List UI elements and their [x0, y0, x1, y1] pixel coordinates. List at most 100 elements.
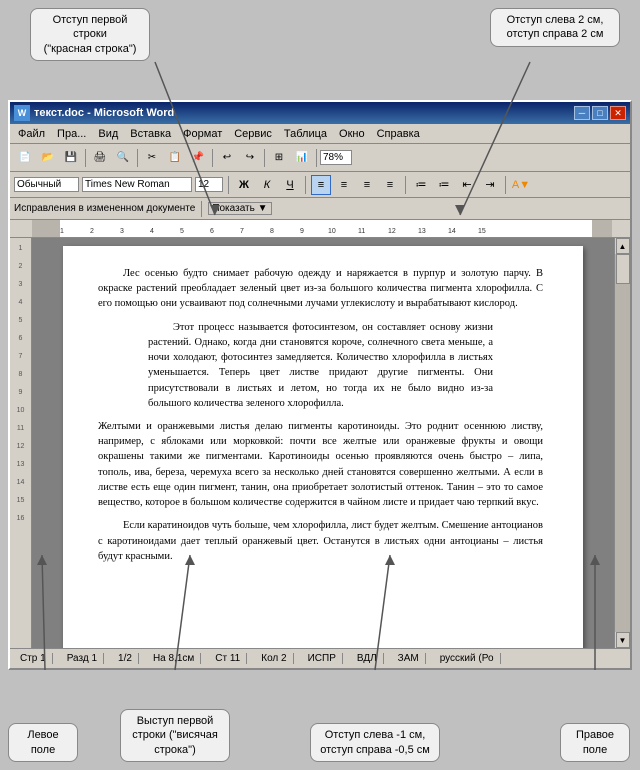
callout-top-right-text: Отступ слева 2 см,отступ справа 2 см — [507, 14, 604, 40]
save-button[interactable]: 💾 — [60, 147, 82, 169]
scroll-down-button[interactable]: ▼ — [616, 632, 630, 648]
callout-top-left-text: Отступ первой строки("красная строка") — [44, 14, 137, 55]
para2-text: Этот процесс называется фотосинтезом, он… — [148, 322, 493, 409]
para4-text: Если каратиноидов чуть больше, чем хлоро… — [98, 520, 543, 561]
word-icon: W — [14, 105, 30, 121]
menu-table[interactable]: Таблица — [278, 127, 333, 141]
fmt-sep-1 — [228, 176, 229, 194]
word-window: W текст.doc - Microsoft Word ─ □ ✕ Файл … — [8, 100, 632, 670]
status-language: русский (Ро — [434, 653, 501, 664]
para1-text: Лес осенью будто снимает рабочую одежду … — [98, 268, 543, 309]
menu-insert[interactable]: Вставка — [124, 127, 177, 141]
preview-button[interactable]: 🔍 — [112, 147, 134, 169]
ruler-white-area: 1 2 3 4 5 6 7 8 9 10 11 12 13 14 15 — [60, 220, 592, 237]
indent-decrease-button[interactable]: ⇤ — [457, 175, 477, 195]
scrollbar-vertical[interactable]: ▲ ▼ — [614, 238, 630, 648]
align-center-button[interactable]: ≡ — [334, 175, 354, 195]
status-track: ИСПР — [302, 653, 343, 664]
paragraph-2: Этот процесс называется фотосинтезом, он… — [148, 320, 493, 411]
close-button[interactable]: ✕ — [610, 106, 626, 120]
menu-window[interactable]: Окно — [333, 127, 371, 141]
menu-file[interactable]: Файл — [12, 127, 51, 141]
menu-help[interactable]: Справка — [371, 127, 426, 141]
side-ruler: 12345 678910 1112131415 16 — [10, 238, 32, 648]
track-label: Исправления в измененном документе — [14, 203, 195, 214]
align-right-button[interactable]: ≡ — [357, 175, 377, 195]
show-changes-button[interactable]: Показать ▼ — [208, 202, 271, 215]
callout-bottom-2-text: Выступ первойстроки ("висячаястрока") — [132, 715, 218, 756]
menu-tools[interactable]: Сервис — [228, 127, 278, 141]
undo-button[interactable]: ↩ — [216, 147, 238, 169]
insert-table-button[interactable]: ⊞ — [268, 147, 290, 169]
minimize-button[interactable]: ─ — [574, 106, 590, 120]
new-button[interactable]: 📄 — [14, 147, 36, 169]
ruler-right-margin — [592, 220, 612, 237]
paste-button[interactable]: 📌 — [187, 147, 209, 169]
paragraph-4: Если каратиноидов чуть больше, чем хлоро… — [98, 518, 543, 564]
ruler-left-margin — [32, 220, 60, 237]
numbering-button[interactable]: ≔ — [434, 175, 454, 195]
title-text: текст.doc - Microsoft Word — [34, 107, 174, 119]
toolbar-sep-3 — [212, 149, 213, 167]
font-dropdown[interactable] — [82, 177, 192, 192]
status-extend: ВДЛ — [351, 653, 384, 664]
format-bar: Ж К Ч ≡ ≡ ≡ ≡ ≔ ≔ ⇤ ⇥ A▼ — [10, 172, 630, 198]
menu-edit[interactable]: Пра... — [51, 127, 92, 141]
style-dropdown[interactable] — [14, 177, 79, 192]
content-area: 12345 678910 1112131415 16 Лес осенью бу… — [10, 238, 630, 648]
print-button[interactable]: 🖨 — [89, 147, 111, 169]
status-overwrite: ЗАМ — [392, 653, 426, 664]
align-justify-button[interactable]: ≡ — [380, 175, 400, 195]
callout-bottom-right-text: Правоеполе — [576, 729, 614, 755]
bold-button[interactable]: Ж — [234, 175, 254, 195]
font-size-input[interactable] — [195, 177, 223, 192]
fmt-sep-3 — [405, 176, 406, 194]
cut-button[interactable]: ✂ — [141, 147, 163, 169]
title-bar: W текст.doc - Microsoft Word ─ □ ✕ — [10, 102, 630, 124]
callout-bottom-2: Выступ первойстроки ("висячаястрока") — [120, 709, 230, 762]
highlight-button[interactable]: A▼ — [511, 175, 531, 195]
track-bar: Исправления в измененном документе Показ… — [10, 198, 630, 220]
para3-text: Желтыми и оранжевыми листья делаю пигмен… — [98, 421, 543, 508]
toolbar: 📄 📂 💾 🖨 🔍 ✂ 📋 📌 ↩ ↪ ⊞ 📊 — [10, 144, 630, 172]
callout-bottom-3-text: Отступ слева -1 см,отступ справа -0,5 см — [320, 729, 430, 755]
title-buttons: ─ □ ✕ — [574, 106, 626, 120]
toolbar-sep-1 — [85, 149, 86, 167]
underline-button[interactable]: Ч — [280, 175, 300, 195]
status-position: На 8,1см — [147, 653, 201, 664]
maximize-button[interactable]: □ — [592, 106, 608, 120]
menu-format[interactable]: Формат — [177, 127, 228, 141]
fmt-sep-2 — [305, 176, 306, 194]
bullets-button[interactable]: ≔ — [411, 175, 431, 195]
copy-button[interactable]: 📋 — [164, 147, 186, 169]
align-left-button[interactable]: ≡ — [311, 175, 331, 195]
scroll-track[interactable] — [615, 254, 630, 632]
scroll-thumb[interactable] — [616, 254, 630, 284]
menu-bar: Файл Пра... Вид Вставка Формат Сервис Та… — [10, 124, 630, 144]
page-container[interactable]: Лес осенью будто снимает рабочую одежду … — [32, 238, 614, 648]
redo-button[interactable]: ↪ — [239, 147, 261, 169]
status-bar: Стр 1 Разд 1 1/2 На 8,1см Ст 11 Кол 2 ИС… — [10, 648, 630, 668]
indent-increase-button[interactable]: ⇥ — [480, 175, 500, 195]
word-icon-letter: W — [18, 108, 27, 118]
status-page: Стр 1 — [14, 653, 53, 664]
menu-view[interactable]: Вид — [92, 127, 124, 141]
italic-button[interactable]: К — [257, 175, 277, 195]
status-section: Разд 1 — [61, 653, 104, 664]
open-button[interactable]: 📂 — [37, 147, 59, 169]
insert-chart-button[interactable]: 📊 — [291, 147, 313, 169]
scroll-up-button[interactable]: ▲ — [616, 238, 630, 254]
callout-bottom-left-text: Левоеполе — [27, 729, 58, 755]
zoom-input[interactable] — [320, 150, 352, 165]
toolbar-sep-2 — [137, 149, 138, 167]
callout-bottom-left: Левоеполе — [8, 723, 78, 762]
callout-bottom-3: Отступ слева -1 см,отступ справа -0,5 см — [310, 723, 440, 762]
paragraph-1: Лес осенью будто снимает рабочую одежду … — [98, 266, 543, 312]
callout-top-right: Отступ слева 2 см,отступ справа 2 см — [490, 8, 620, 47]
toolbar-sep-5 — [316, 149, 317, 167]
status-line: Ст 11 — [209, 653, 247, 664]
status-pages: 1/2 — [112, 653, 139, 664]
fmt-sep-4 — [505, 176, 506, 194]
document-page: Лес осенью будто снимает рабочую одежду … — [63, 246, 583, 648]
ruler: 1 2 3 4 5 6 7 8 9 10 11 12 13 14 15 — [10, 220, 630, 238]
